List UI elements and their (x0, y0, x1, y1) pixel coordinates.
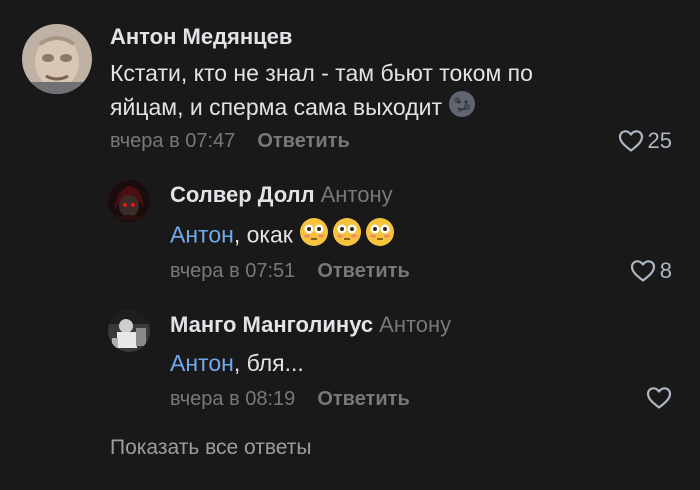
comment-time: вчера в 08:19 (170, 388, 296, 410)
comment: Антон Медянцев Кстати, кто не знал - там… (0, 0, 700, 170)
heart-icon[interactable] (618, 129, 644, 153)
reply-button[interactable]: Ответить (317, 388, 409, 410)
reply-button[interactable]: Ответить (317, 260, 409, 282)
comment-time: вчера в 07:51 (170, 260, 296, 282)
avatar[interactable] (108, 310, 150, 352)
mention-link[interactable]: Антон (170, 222, 234, 248)
avatar[interactable] (108, 180, 150, 222)
comment-meta: вчера в 08:19 Ответить (170, 388, 410, 411)
comment-author[interactable]: Антон Медянцев (110, 24, 292, 50)
show-all-replies-link[interactable]: Показать все ответы (110, 436, 312, 460)
heart-icon[interactable] (630, 259, 656, 283)
like-count: 25 (647, 128, 672, 153)
heart-icon[interactable] (646, 386, 672, 410)
like-count: 8 (659, 258, 672, 283)
comment-author: Солвер Долл Антону (170, 182, 393, 208)
comment-meta: вчера в 07:51 Ответить (170, 260, 410, 283)
like-button[interactable]: 25 (618, 128, 672, 154)
author-name[interactable]: Солвер Долл (170, 182, 315, 207)
comment-time: вчера в 07:47 (110, 130, 236, 152)
reply-button[interactable]: Ответить (257, 130, 349, 152)
comment-reply: Манго Манголинус Антону Антон, бля... вче… (0, 300, 700, 420)
comment-author: Манго Манголинус Антону (170, 312, 451, 338)
reply-to[interactable]: Антону (321, 182, 393, 207)
comment-body: , окак (233, 221, 293, 248)
like-button[interactable] (646, 386, 672, 410)
avatar[interactable] (22, 24, 92, 94)
new-moon-face-emoji (448, 90, 476, 127)
author-name[interactable]: Манго Манголинус (170, 312, 373, 337)
comment-meta: вчера в 07:47 Ответить (110, 130, 350, 153)
flushed-face-emoji (299, 216, 395, 257)
reply-to[interactable]: Антону (379, 312, 451, 337)
comment-text: Антон, бля... (170, 346, 304, 380)
author-name[interactable]: Антон Медянцев (110, 24, 292, 49)
comment-text: Кстати, кто не знал - там бьют током по … (110, 56, 560, 127)
comment-body: , бля... (233, 350, 304, 376)
mention-link[interactable]: Антон (170, 350, 234, 376)
comment-reply: Солвер Долл Антону Антон, окак вчера в 0… (0, 170, 700, 300)
comment-text: Антон, окак (170, 216, 395, 257)
like-button[interactable]: 8 (630, 258, 672, 284)
